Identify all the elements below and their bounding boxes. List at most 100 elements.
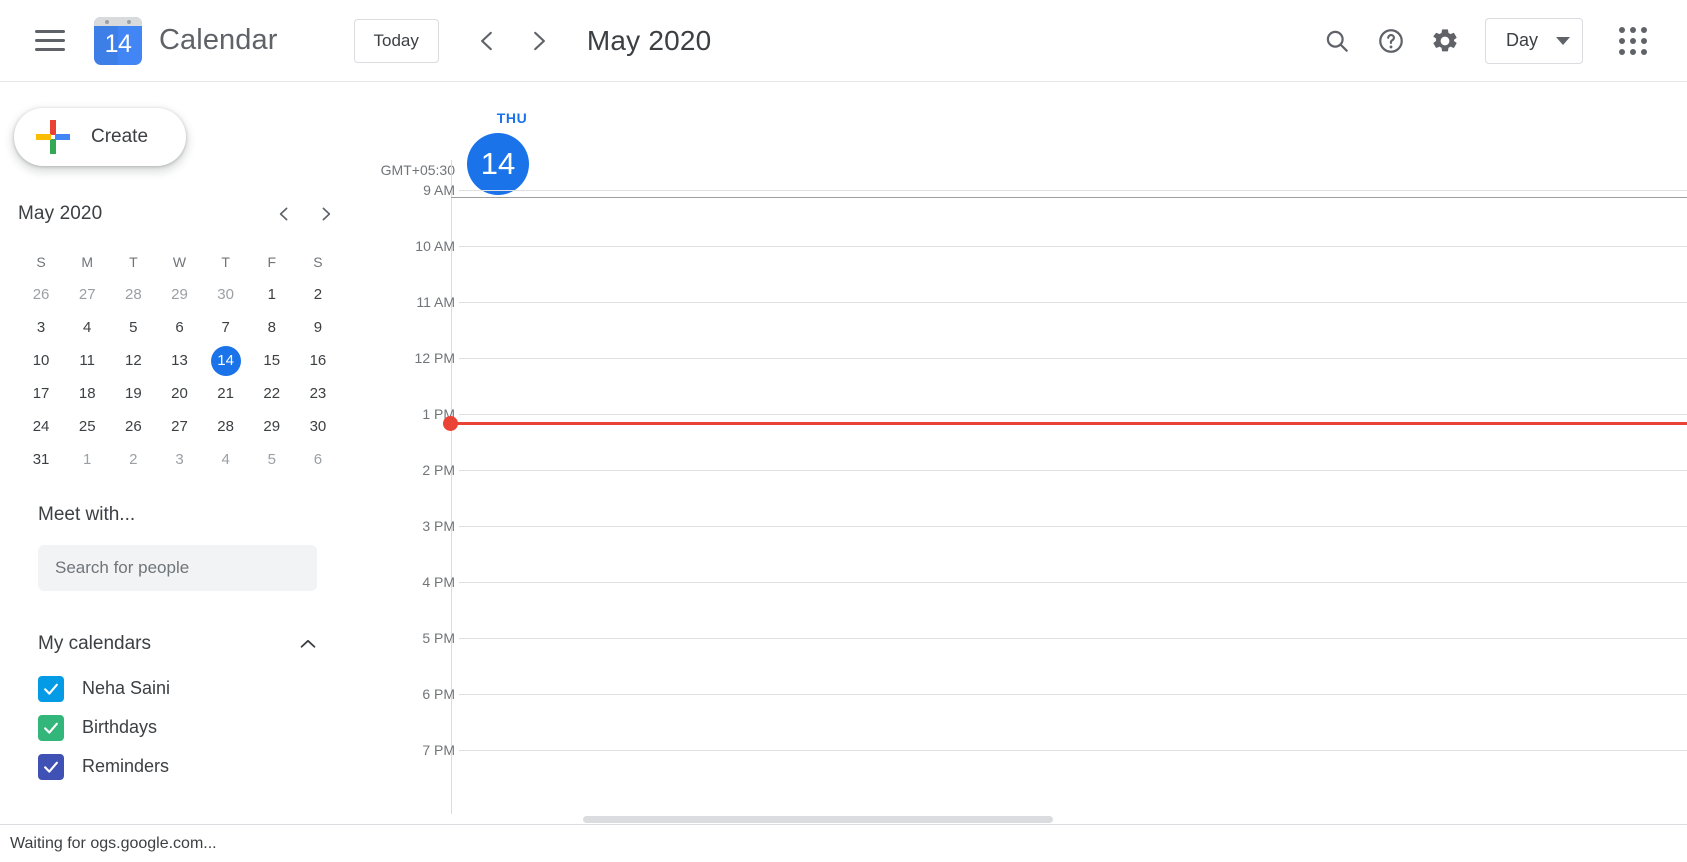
next-day-button[interactable] [517,19,561,63]
mini-calendar-day[interactable]: 9 [295,311,341,344]
mini-calendar-day[interactable]: 3 [18,311,64,344]
time-grid[interactable]: 9 AM 10 AM 11 AM 12 PM 1 PM 2 PM 3 PM 4 PM 5 PM 6… [363,182,1687,862]
calendar-list-item[interactable]: Birthdays [38,708,341,747]
mini-calendar-day[interactable]: 25 [64,410,110,443]
calendar-checkbox[interactable] [38,753,64,780]
mini-calendar-day[interactable]: 21 [203,377,249,410]
mini-calendar-day[interactable]: 6 [156,311,202,344]
settings-button[interactable] [1419,15,1471,67]
calendar-list-item[interactable]: Reminders [38,747,341,786]
hour-row[interactable]: 9 AM [363,182,1687,246]
hour-row[interactable]: 4 PM [363,574,1687,638]
current-date-title: May 2020 [586,24,712,56]
mini-calendar-day-number: 23 [309,385,327,402]
mini-calendar-day[interactable]: 15 [249,344,295,377]
mini-calendar-day[interactable]: 2 [110,443,156,476]
mini-calendar-day[interactable]: 4 [64,311,110,344]
mini-calendar-day-number: 4 [221,451,230,468]
hour-label: 6 PM [422,686,455,702]
mini-calendar-day[interactable]: 1 [249,278,295,311]
mini-calendar-day-number: 11 [79,352,95,369]
search-button[interactable] [1311,15,1363,67]
mini-calendar-day[interactable]: 26 [110,410,156,443]
mini-calendar-day-number: 3 [175,451,184,468]
hour-row[interactable]: 5 PM [363,630,1687,694]
calendar-checkbox[interactable] [38,714,64,741]
mini-calendar-day[interactable]: 11 [64,344,110,377]
mini-calendar-day[interactable]: 10 [18,344,64,377]
mini-calendar-day[interactable]: 19 [110,377,156,410]
day-number-badge[interactable]: 14 [467,133,529,195]
scrollbar-thumb[interactable] [583,816,1053,823]
hour-row[interactable]: 12 PM [363,350,1687,414]
hour-gridline [459,246,1687,247]
mini-calendar-day[interactable]: 30 [203,278,249,311]
mini-calendar-day[interactable]: 24 [18,410,64,443]
mini-calendar-day[interactable]: 22 [249,377,295,410]
hour-row[interactable]: 7 PM [363,742,1687,806]
create-button[interactable]: Create [14,108,186,166]
mini-calendar-next-button[interactable] [311,199,341,229]
mini-calendar-day[interactable]: 26 [18,278,64,311]
mini-calendar-day[interactable]: 16 [295,344,341,377]
mini-calendar-day-number: 1 [83,451,92,468]
mini-calendar-day-number: 20 [171,385,188,402]
mini-calendar-prev-button[interactable] [269,199,299,229]
mini-calendar-day[interactable]: 30 [295,410,341,443]
calendar-name: Reminders [82,756,170,776]
help-button[interactable] [1365,15,1417,67]
hour-row[interactable]: 3 PM [363,518,1687,582]
chevron-up-icon[interactable] [297,633,319,655]
mini-calendar-day[interactable]: 5 [249,443,295,476]
previous-day-button[interactable] [465,19,509,63]
day-of-week-label[interactable]: THU [481,110,543,126]
mini-calendar-day-selected[interactable]: 14 [203,344,249,377]
mini-calendar-day[interactable]: 5 [110,311,156,344]
mini-calendar-day[interactable]: 7 [203,311,249,344]
app-header: 14 Calendar Today May 2020 Day [0,0,1687,82]
hour-label: 11 AM [416,294,455,310]
calendar-logo[interactable]: 14 Calendar [94,16,278,65]
mini-calendar-day[interactable]: 13 [156,344,202,377]
calendar-list-item[interactable]: Neha Saini [38,669,341,708]
mini-calendar-day-number: 29 [263,418,281,435]
mini-calendar-day[interactable]: 27 [64,278,110,311]
mini-calendar-day[interactable]: 29 [156,278,202,311]
mini-calendar-day[interactable]: 1 [64,443,110,476]
my-calendars-header[interactable]: My calendars [38,633,319,655]
hour-label: 10 AM [415,238,455,254]
mini-calendar-day[interactable]: 27 [156,410,202,443]
calendar-icon-day: 14 [104,29,132,58]
mini-calendar-day[interactable]: 28 [203,410,249,443]
mini-calendar-day-number: 7 [221,319,230,336]
mini-calendar-day[interactable]: 29 [249,410,295,443]
mini-calendar-day[interactable]: 23 [295,377,341,410]
hamburger-icon[interactable] [26,17,74,65]
search-people-input[interactable] [38,545,317,591]
mini-calendar-day[interactable]: 2 [295,278,341,311]
mini-calendar-day[interactable]: 31 [18,443,64,476]
hour-row[interactable]: 11 AM [363,294,1687,358]
mini-calendar-day[interactable]: 20 [156,377,202,410]
mini-calendar-day[interactable]: 6 [295,443,341,476]
mini-calendar-day-number: 18 [78,385,96,402]
mini-calendar-day-initial: S [313,254,323,270]
mini-calendar-day[interactable]: 8 [249,311,295,344]
mini-calendar-day[interactable]: 4 [203,443,249,476]
mini-calendar-day[interactable]: 18 [64,377,110,410]
mini-calendar-day-number: 8 [267,319,276,336]
hour-row[interactable]: 10 AM [363,238,1687,302]
view-selector[interactable]: Day [1484,17,1583,64]
today-button[interactable]: Today [353,18,439,63]
mini-calendar-day[interactable]: 17 [18,377,64,410]
apps-dot [1619,48,1625,55]
mini-calendar-day[interactable]: 12 [110,344,156,377]
mini-calendar-day[interactable]: 28 [110,278,156,311]
mini-calendar-day[interactable]: 3 [156,443,202,476]
hour-row[interactable]: 6 PM [363,686,1687,750]
horizontal-scrollbar[interactable] [363,814,1687,824]
apps-grid-icon[interactable] [1607,15,1659,67]
calendar-name: Neha Saini [82,678,171,698]
calendar-checkbox[interactable] [38,675,64,702]
hour-row[interactable]: 2 PM [363,462,1687,526]
